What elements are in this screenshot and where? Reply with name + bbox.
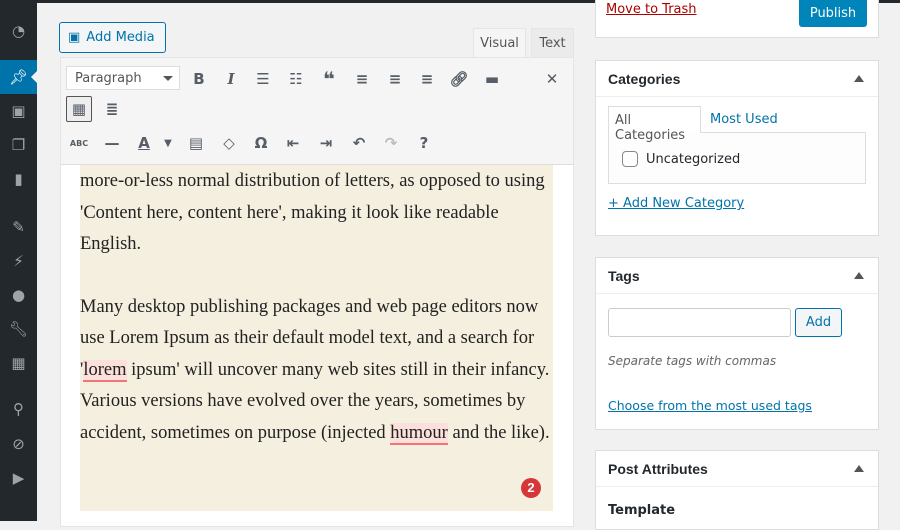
link-icon[interactable]: 🔗︎ (446, 66, 472, 92)
category-label: Uncategorized (646, 151, 741, 167)
help-icon[interactable]: ? (411, 130, 437, 156)
media-icon[interactable]: ▣ (0, 94, 37, 128)
location-icon[interactable]: ⚲ (0, 392, 37, 426)
plugins-icon[interactable]: ⚡︎ (0, 244, 37, 278)
play-icon[interactable]: ▶ (0, 461, 37, 495)
categories-title[interactable]: Categories (596, 61, 878, 97)
admin-menu: ◔ 📌︎ ▣ ❐ ▮ ✎ ⚡︎ ● 🔧︎ ▦ ⚲ ⊘ ▶ (0, 0, 37, 521)
redo-icon[interactable]: ↷ (378, 130, 404, 156)
categories-box: Categories All Categories Most Used Unca… (595, 60, 879, 236)
blockquote-icon[interactable]: ❝ (316, 66, 342, 92)
edit-icon[interactable]: ⊘ (0, 427, 37, 461)
media-icon: ▣ (68, 30, 81, 45)
tab-text[interactable]: Text (531, 28, 574, 58)
paste-text-icon[interactable]: ▤ (183, 130, 209, 156)
tags-input[interactable] (608, 308, 791, 337)
comments-icon[interactable]: ▮ (0, 162, 37, 196)
strikethrough-icon[interactable]: ABC (66, 130, 92, 156)
settings-icon[interactable]: ▦ (0, 346, 37, 380)
post-attributes-title[interactable]: Post Attributes (596, 451, 878, 487)
tags-box: Tags Add Separate tags with commas Choos… (595, 257, 879, 430)
editor-content[interactable]: more-or-less normal distribution of lett… (80, 165, 553, 511)
paragraph: more-or-less normal distribution of lett… (80, 171, 545, 254)
horizontal-line-icon[interactable]: — (99, 130, 125, 156)
chevron-down-icon[interactable]: ▼ (155, 130, 181, 156)
publish-button[interactable]: Publish (799, 0, 867, 27)
category-item[interactable]: Uncategorized (622, 151, 740, 167)
tags-title[interactable]: Tags (596, 258, 878, 294)
tools-icon[interactable]: 🔧︎ (0, 312, 37, 346)
editor-toolbar: Paragraph B I ☰ ☷ ❝ ≡ ≡ ≡ 🔗︎ ▬ ✕ ▦ ≣ ABC… (61, 58, 573, 165)
editor: Paragraph B I ☰ ☷ ❝ ≡ ≡ ≡ 🔗︎ ▬ ✕ ▦ ≣ ABC… (60, 57, 574, 527)
misspelled-word[interactable]: lorem (83, 359, 127, 382)
add-tag-button[interactable]: Add (795, 308, 842, 337)
template-label: Template (608, 503, 676, 518)
undo-icon[interactable]: ↶ (346, 130, 372, 156)
text: and the like). (447, 422, 550, 443)
tab-all-categories[interactable]: All Categories (608, 106, 701, 143)
distraction-free-icon[interactable]: ≣ (99, 96, 125, 122)
choose-tags-link[interactable]: Choose from the most used tags (608, 398, 812, 413)
move-to-trash-link[interactable]: Move to Trash (606, 2, 697, 17)
add-new-category-link[interactable]: + Add New Category (608, 196, 744, 211)
add-media-button[interactable]: ▣ Add Media (59, 22, 166, 53)
tab-visual[interactable]: Visual (473, 28, 526, 58)
text-color-icon[interactable]: A (131, 130, 157, 156)
align-right-icon[interactable]: ≡ (414, 66, 440, 92)
pages-icon[interactable]: ❐ (0, 128, 37, 162)
format-select[interactable]: Paragraph (66, 66, 180, 90)
align-left-icon[interactable]: ≡ (349, 66, 375, 92)
read-more-icon[interactable]: ▬ (479, 66, 505, 92)
appearance-icon[interactable]: ✎ (0, 210, 37, 244)
toolbar-toggle-icon[interactable]: ▦ (66, 96, 92, 122)
align-center-icon[interactable]: ≡ (382, 66, 408, 92)
tags-hint: Separate tags with commas (608, 354, 777, 368)
numbered-list-icon[interactable]: ☷ (283, 66, 309, 92)
bold-icon[interactable]: B (186, 66, 212, 92)
bullet-list-icon[interactable]: ☰ (250, 66, 276, 92)
paragraph: Many desktop publishing packages and web… (80, 292, 553, 450)
indent-icon[interactable]: ⇥ (313, 130, 339, 156)
italic-icon[interactable]: I (218, 66, 244, 92)
clear-formatting-icon[interactable]: ◇ (216, 130, 242, 156)
misspelled-word[interactable]: humour (390, 422, 448, 445)
post-attributes-box: Post Attributes Template (595, 450, 879, 530)
grammar-badge[interactable]: 2 (521, 478, 541, 498)
checkbox[interactable] (622, 151, 638, 167)
special-character-icon[interactable]: Ω (248, 130, 274, 156)
dashboard-icon[interactable]: ◔ (0, 14, 37, 48)
users-icon[interactable]: ● (0, 278, 37, 312)
add-media-label: Add Media (86, 30, 155, 45)
posts-icon[interactable]: 📌︎ (0, 60, 37, 94)
tab-most-used[interactable]: Most Used (710, 112, 778, 127)
outdent-icon[interactable]: ⇤ (280, 130, 306, 156)
fullscreen-icon[interactable]: ✕ (539, 66, 565, 92)
